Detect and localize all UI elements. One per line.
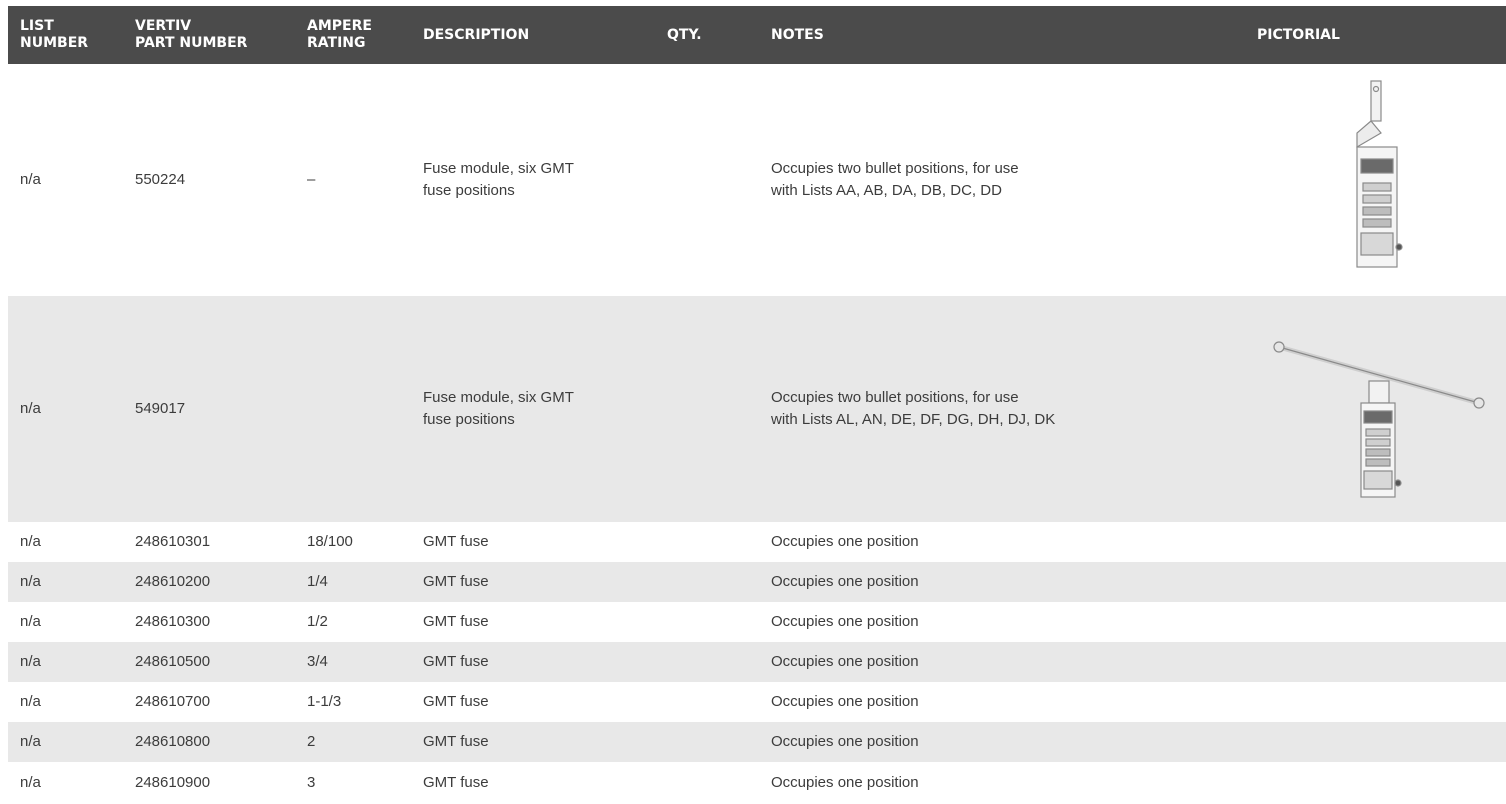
header-pictorial: PICTORIAL (1257, 26, 1340, 43)
cell-pictorial (1245, 562, 1506, 602)
cell-part-number: 248610900 (135, 774, 211, 791)
cell-description: Fuse module, six GMT fuse positions (423, 389, 574, 428)
cell-list-number: n/a (20, 653, 41, 670)
cell-pictorial (1245, 642, 1506, 682)
cell-description: GMT fuse (423, 693, 489, 710)
table-row: n/a 550224 – Fuse module, six GMT fuse po… (8, 64, 1506, 296)
table-row: n/a 248610500 3/4 GMT fuse Occupies one … (8, 642, 1506, 682)
header-qty: QTY. (667, 26, 702, 43)
header-notes: NOTES (771, 26, 824, 43)
parts-table: LIST NUMBER VERTIV PART NUMBER AMPERE RATIN… (8, 6, 1506, 804)
cell-notes: Occupies one position (771, 613, 919, 630)
cell-qty (655, 642, 759, 682)
cell-part-number: 549017 (135, 400, 186, 417)
cell-list-number: n/a (20, 733, 41, 750)
cell-pictorial (1245, 762, 1506, 804)
cell-ampere-rating: 1-1/3 (307, 693, 342, 710)
cell-part-number: 248610700 (135, 693, 211, 710)
fuse-module-vertical-image (1356, 79, 1403, 268)
cell-part-number: 248610200 (135, 573, 211, 590)
cell-list-number: n/a (20, 613, 41, 630)
cell-ampere-rating: 1/2 (307, 613, 328, 630)
cell-notes: Occupies two bullet positions, for use wi… (771, 389, 1056, 428)
cell-notes: Occupies one position (771, 774, 919, 791)
table-row: n/a 248610200 1/4 GMT fuse Occupies one … (8, 562, 1506, 602)
fuse-module-with-bar-image (1273, 340, 1485, 498)
cell-qty (655, 682, 759, 722)
cell-part-number: 248610300 (135, 613, 211, 630)
cell-description: Fuse module, six GMT fuse positions (423, 160, 574, 199)
parts-table-page: LIST NUMBER VERTIV PART NUMBER AMPERE RATIN… (0, 0, 1506, 804)
cell-list-number: n/a (20, 573, 41, 590)
cell-description: GMT fuse (423, 733, 489, 750)
cell-list-number: n/a (20, 693, 41, 710)
cell-description: GMT fuse (423, 613, 489, 630)
cell-list-number: n/a (20, 533, 41, 550)
table-row: n/a 248610700 1-1/3 GMT fuse Occupies on… (8, 682, 1506, 722)
cell-notes: Occupies one position (771, 533, 919, 550)
table-row: n/a 248610800 2 GMT fuse Occupies one po… (8, 722, 1506, 762)
cell-ampere-rating: 1/4 (307, 573, 328, 590)
cell-part-number: 550224 (135, 171, 186, 188)
cell-pictorial (1245, 602, 1506, 642)
table-row: n/a 248610300 1/2 GMT fuse Occupies one … (8, 602, 1506, 642)
header-row: LIST NUMBER VERTIV PART NUMBER AMPERE RATIN… (8, 6, 1506, 64)
header-part-number: VERTIV PART NUMBER (135, 18, 248, 51)
cell-qty (655, 562, 759, 602)
table-row: n/a 549017 Fuse module, six GMT fuse posi… (8, 296, 1506, 522)
cell-list-number: n/a (20, 171, 41, 188)
cell-qty (655, 722, 759, 762)
cell-qty (655, 602, 759, 642)
header-description: DESCRIPTION (423, 26, 530, 43)
cell-qty (655, 522, 759, 562)
cell-pictorial (1245, 682, 1506, 722)
cell-ampere-rating (295, 296, 411, 522)
cell-list-number: n/a (20, 400, 41, 417)
cell-pictorial (1245, 296, 1506, 522)
cell-qty (655, 762, 759, 804)
cell-part-number: 248610500 (135, 653, 211, 670)
cell-ampere-rating: 3/4 (307, 653, 328, 670)
cell-notes: Occupies one position (771, 573, 919, 590)
cell-notes: Occupies two bullet positions, for use wi… (771, 160, 1019, 199)
cell-ampere-rating: 18/100 (307, 533, 353, 550)
cell-part-number: 248610800 (135, 733, 211, 750)
cell-pictorial (1245, 522, 1506, 562)
cell-notes: Occupies one position (771, 693, 919, 710)
cell-description: GMT fuse (423, 533, 489, 550)
cell-pictorial (1245, 722, 1506, 762)
cell-ampere-rating: 3 (307, 774, 316, 791)
cell-pictorial (1245, 64, 1506, 296)
cell-list-number: n/a (20, 774, 41, 791)
cell-notes: Occupies one position (771, 653, 919, 670)
cell-notes: Occupies one position (771, 733, 919, 750)
cell-qty (655, 296, 759, 522)
table-row: n/a 248610900 3 GMT fuse Occupies one po… (8, 762, 1506, 804)
cell-description: GMT fuse (423, 573, 489, 590)
table-row: n/a 248610301 18/100 GMT fuse Occupies o… (8, 522, 1506, 562)
cell-ampere-rating: – (307, 171, 316, 188)
header-ampere-rating: AMPERE RATING (307, 18, 372, 51)
cell-qty (655, 64, 759, 296)
cell-part-number: 248610301 (135, 533, 211, 550)
header-list-number: LIST NUMBER (20, 18, 89, 51)
cell-description: GMT fuse (423, 653, 489, 670)
cell-description: GMT fuse (423, 774, 489, 791)
cell-ampere-rating: 2 (307, 733, 316, 750)
